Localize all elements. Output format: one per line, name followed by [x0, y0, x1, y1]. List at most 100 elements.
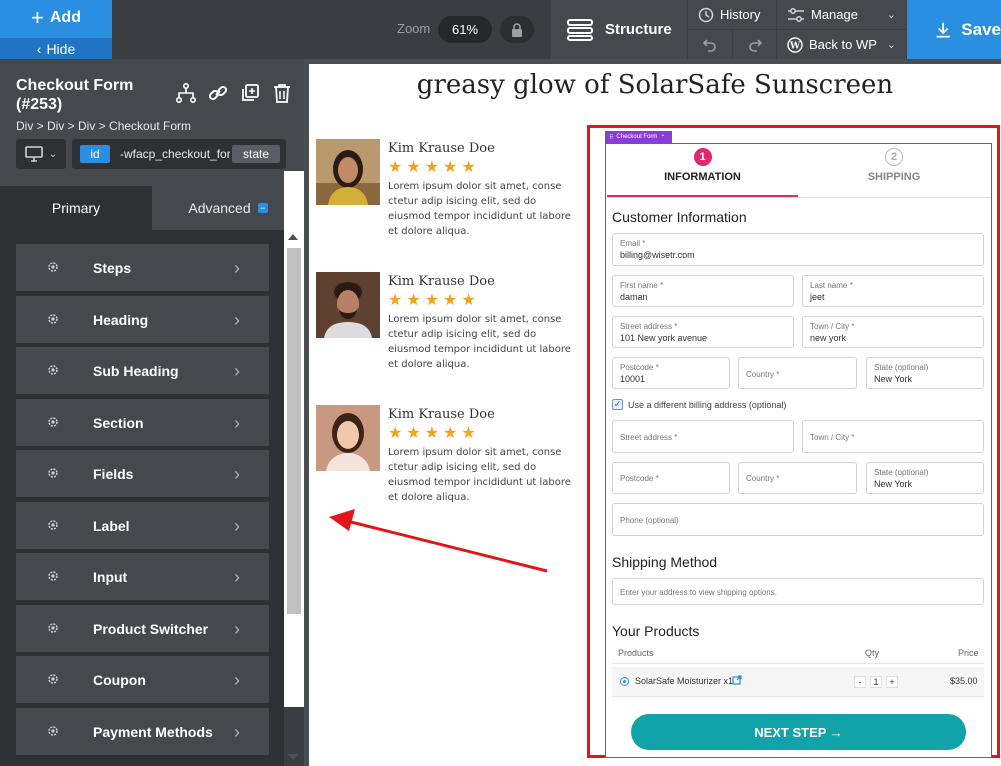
duplicate-icon[interactable] [240, 83, 260, 103]
structure-button[interactable]: Structure [551, 0, 687, 59]
chevron-right-icon: › [234, 516, 240, 536]
trash-icon[interactable] [272, 83, 292, 103]
step-tab-information[interactable]: 1 INFORMATION [607, 148, 798, 198]
street-address-field[interactable]: Street address * 101 New york avenue [612, 316, 794, 348]
back-to-wp-button[interactable]: W Back to WP ⌄ [777, 30, 906, 59]
manage-button[interactable]: Manage ⌄ [777, 0, 906, 29]
next-step-button[interactable]: NEXT STEP → [631, 714, 966, 750]
chevron-down-icon: ⌄ [886, 39, 896, 51]
history-label: History [720, 7, 761, 22]
billing-country-field[interactable]: Country * [738, 462, 857, 494]
field-value: billing@wisetr.com [620, 250, 695, 260]
element-actions [176, 83, 292, 103]
add-button[interactable]: + Add [0, 0, 112, 36]
chevron-right-icon: › [234, 258, 240, 278]
billing-state-field[interactable]: State (optional) New York [866, 462, 984, 494]
section-item-payment-methods[interactable]: Payment Methods › [16, 708, 269, 755]
avatar [316, 405, 380, 471]
scroll-down-arrow-icon[interactable] [288, 754, 298, 760]
field-label: First name * [620, 281, 664, 290]
review-card[interactable]: Kim Krause Doe ★★★★★ Lorem ipsum dolor s… [316, 272, 576, 382]
section-item-sub-heading[interactable]: Sub Heading › [16, 347, 269, 394]
section-item-label-styles[interactable]: Label › [16, 502, 269, 549]
state-chip[interactable]: state [232, 145, 280, 163]
element-tag[interactable]: ⠿ Checkout Form ⌃ [605, 131, 672, 143]
reviewer-name: Kim Krause Doe [388, 141, 495, 156]
annotation-arrow-icon [329, 509, 548, 573]
email-field[interactable]: Email * billing@wisetr.com [612, 233, 984, 266]
billing-postcode-field[interactable]: Postcode * [612, 462, 730, 494]
scroll-up-arrow-icon[interactable] [288, 234, 298, 240]
undo-button[interactable] [688, 30, 732, 59]
section-item-steps[interactable]: Steps › [16, 244, 269, 291]
chevron-down-icon: ⌄ [886, 9, 896, 21]
section-item-fields[interactable]: Fields › [16, 450, 269, 497]
last-name-field[interactable]: Last name * jeet [802, 275, 984, 307]
product-name: SolarSafe Moisturizer x1 [635, 676, 734, 686]
qty-minus-button[interactable]: - [854, 676, 866, 688]
qty-value[interactable]: 1 [870, 676, 882, 688]
section-item-section[interactable]: Section › [16, 399, 269, 446]
country-field[interactable]: Country * [738, 357, 857, 389]
gear-icon [48, 417, 58, 427]
section-item-label: Heading [93, 311, 149, 328]
field-label: Email * [620, 239, 646, 248]
section-item-heading[interactable]: Heading › [16, 296, 269, 343]
save-button[interactable]: Save [907, 0, 1001, 59]
billing-checkbox[interactable]: ✓ [612, 399, 623, 410]
top-toolbar: + Add ‹ Hide Zoom 61% Structure History [0, 0, 1001, 59]
first-name-field[interactable]: First name * daman [612, 275, 794, 307]
structure-label: Structure [605, 21, 672, 38]
zoom-control[interactable]: 61% [438, 16, 492, 43]
chevron-down-icon: ⌄ [48, 148, 58, 160]
lock-button[interactable] [500, 16, 534, 43]
selector-field[interactable]: id -wfacp_checkout_for state [72, 139, 286, 169]
tab-primary[interactable]: Primary [0, 186, 152, 230]
plus-icon: + [31, 5, 44, 30]
postcode-field[interactable]: Postcode * 10001 [612, 357, 730, 389]
review-card[interactable]: Kim Krause Doe ★★★★★ Lorem ipsum dolor s… [316, 405, 576, 515]
product-radio[interactable] [620, 677, 629, 686]
section-item-input[interactable]: Input › [16, 553, 269, 600]
star-rating: ★★★★★ [388, 425, 480, 442]
chevron-right-icon: › [234, 567, 240, 587]
gear-icon [48, 468, 58, 478]
breadcrumb[interactable]: Div > Div > Div > Checkout Form [16, 119, 191, 133]
state-field[interactable]: State (optional) New York [866, 357, 984, 389]
structure-tree-icon[interactable] [176, 83, 196, 103]
device-selector[interactable]: ⌄ [16, 139, 66, 169]
step-tab-shipping[interactable]: 2 SHIPPING [798, 148, 990, 198]
tab-advanced[interactable]: Advanced − [152, 186, 304, 230]
billing-town-field[interactable]: Town / City * [802, 420, 984, 453]
panel-header: Checkout Form (#253) Div > Div > Div > C… [0, 59, 304, 186]
gear-icon [48, 365, 58, 375]
chevron-right-icon: › [234, 310, 240, 330]
redo-button[interactable] [733, 30, 776, 59]
element-tag-label: Checkout Form [616, 134, 658, 140]
review-card[interactable]: Kim Krause Doe ★★★★★ Lorem ipsum dolor s… [316, 139, 576, 249]
chevron-right-icon: › [234, 670, 240, 690]
col-qty: Qty [865, 648, 880, 658]
phone-field[interactable]: Phone (optional) [612, 503, 984, 536]
history-button[interactable]: History [688, 0, 776, 29]
town-city-field[interactable]: Town / City * new york [802, 316, 984, 348]
hide-button[interactable]: ‹ Hide [0, 38, 112, 59]
field-label: Street address * [620, 433, 678, 442]
qty-plus-button[interactable]: + [886, 676, 898, 688]
section-item-coupon[interactable]: Coupon › [16, 656, 269, 703]
step-number: 2 [885, 148, 903, 166]
section-item-label: Input [93, 568, 128, 585]
selector-id-chip[interactable]: id [80, 145, 110, 163]
billing-street-field[interactable]: Street address * [612, 420, 794, 453]
section-item-label: Label [93, 517, 130, 534]
external-link-icon[interactable] [732, 675, 742, 685]
section-item-product-switcher[interactable]: Product Switcher › [16, 605, 269, 652]
page-title[interactable]: greasy glow of SolarSafe Sunscreen [309, 70, 1001, 100]
chevron-right-icon: › [234, 619, 240, 639]
chevron-right-icon: › [234, 361, 240, 381]
scrollbar-thumb[interactable] [287, 248, 301, 614]
avatar [316, 272, 380, 338]
link-icon[interactable] [208, 83, 228, 103]
table-row[interactable]: SolarSafe Moisturizer x1 - 1 + $35.00 [612, 667, 984, 697]
gear-icon [48, 314, 58, 324]
